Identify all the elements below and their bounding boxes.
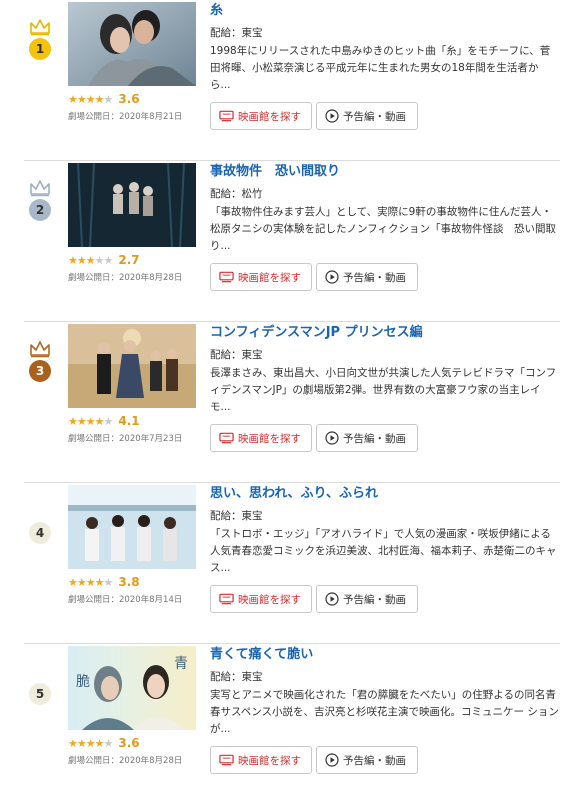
- movie-item: 1 ★★★★★ 3.6 劇場公開日：2020年8月21日 糸 配給：東宝 199…: [24, 0, 560, 161]
- find-theater-label: 映画館を探す: [238, 110, 301, 123]
- movie-description: 「ストロボ・エッジ」「アオハライド」で人気の漫画家・咲坂伊緒による人気青春恋愛コ…: [210, 528, 557, 574]
- rank-number: 2: [29, 199, 51, 221]
- release-date: 劇場公開日：2020年8月21日: [68, 112, 183, 122]
- find-theater-label: 映画館を探す: [238, 754, 301, 767]
- release-date: 劇場公開日：2020年7月23日: [68, 434, 183, 444]
- rating: ★★★★★ 2.7: [68, 253, 140, 267]
- movie-title[interactable]: 糸: [210, 2, 560, 20]
- trailer-label: 予告編・動画: [343, 432, 406, 445]
- movie-poster[interactable]: [68, 163, 196, 247]
- rating: ★★★★★ 3.6: [68, 736, 140, 750]
- gold-crown-icon: [30, 19, 50, 36]
- rating-score: 4.1: [118, 414, 140, 428]
- trailer-label: 予告編・動画: [343, 271, 406, 284]
- theater-icon: [219, 432, 234, 444]
- rating: ★★★★★ 3.6: [68, 92, 140, 106]
- find-theater-button[interactable]: 映画館を探す: [210, 263, 312, 291]
- movie-title[interactable]: コンフィデンスマンJP プリンセス編: [210, 324, 560, 342]
- rank-badge: 1: [26, 18, 54, 60]
- star-rating-icon: ★★★★★: [68, 414, 113, 428]
- poster-image: [68, 163, 196, 247]
- trailer-button[interactable]: 予告編・動画: [316, 102, 418, 130]
- poster-image: [68, 324, 196, 408]
- distributor: 配給：東宝: [210, 671, 263, 683]
- movie-item: 5 脆 青 ★★★★★ 3.6 劇場公開日：2020年8月28日 青くて痛くて脆…: [24, 644, 560, 804]
- rating-score: 2.7: [118, 253, 140, 267]
- find-theater-label: 映画館を探す: [238, 271, 301, 284]
- svg-text:脆: 脆: [76, 673, 90, 690]
- rank-number: 4: [29, 522, 51, 544]
- play-icon: [325, 753, 339, 767]
- trailer-button[interactable]: 予告編・動画: [316, 424, 418, 452]
- svg-text:青: 青: [174, 656, 188, 672]
- movie-description: 1998年にリリースされた中島みゆきのヒット曲「糸」をモチーフに、菅田将暉、小松…: [210, 45, 551, 91]
- distributor: 配給：松竹: [210, 188, 263, 200]
- play-icon: [325, 109, 339, 123]
- movie-ranking-list: 1 ★★★★★ 3.6 劇場公開日：2020年8月21日 糸 配給：東宝 199…: [0, 0, 578, 804]
- rating-score: 3.6: [118, 92, 140, 106]
- play-icon: [325, 431, 339, 445]
- star-rating-icon: ★★★★★: [68, 736, 113, 750]
- release-date: 劇場公開日：2020年8月14日: [68, 595, 183, 605]
- rank-number: 1: [29, 38, 51, 60]
- trailer-button[interactable]: 予告編・動画: [316, 746, 418, 774]
- theater-icon: [219, 754, 234, 766]
- release-date: 劇場公開日：2020年8月28日: [68, 756, 183, 766]
- movie-item: 4 ★★★★★ 3.8 劇場公開日：2020年8月14日 思い、思われ、ふり、ふ…: [24, 483, 560, 644]
- movie-poster[interactable]: [68, 485, 196, 569]
- find-theater-button[interactable]: 映画館を探す: [210, 424, 312, 452]
- trailer-label: 予告編・動画: [343, 593, 406, 606]
- movie-description: 実写とアニメで映画化された「君の膵臓をたべたい」の住野よるの同名青春サスペンス小…: [210, 689, 559, 735]
- poster-image: [68, 485, 196, 569]
- find-theater-label: 映画館を探す: [238, 593, 301, 606]
- rating: ★★★★★ 4.1: [68, 414, 140, 428]
- rating: ★★★★★ 3.8: [68, 575, 140, 589]
- theater-icon: [219, 110, 234, 122]
- movie-item: 2 ★★★★★ 2.7 劇場公開日：2020年8月28日 事故物件 恐い間取り …: [24, 161, 560, 322]
- find-theater-label: 映画館を探す: [238, 432, 301, 445]
- distributor: 配給：東宝: [210, 510, 263, 522]
- movie-description: 「事故物件住みます芸人」として、実際に9軒の事故物件に住んだ芸人・松原タニシの実…: [210, 206, 556, 252]
- release-date: 劇場公開日：2020年8月28日: [68, 273, 183, 283]
- rank-number: 5: [29, 683, 51, 705]
- theater-icon: [219, 593, 234, 605]
- rank-badge: 3: [26, 340, 54, 382]
- play-icon: [325, 270, 339, 284]
- rank-number: 3: [29, 360, 51, 382]
- movie-title[interactable]: 思い、思われ、ふり、ふられ: [210, 485, 560, 503]
- trailer-button[interactable]: 予告編・動画: [316, 263, 418, 291]
- theater-icon: [219, 271, 234, 283]
- star-rating-icon: ★★★★★: [68, 92, 113, 106]
- rank-badge: 4: [26, 501, 54, 544]
- rank-badge: 5: [26, 662, 54, 705]
- rating-score: 3.6: [118, 736, 140, 750]
- trailer-label: 予告編・動画: [343, 110, 406, 123]
- star-rating-icon: ★★★★★: [68, 575, 113, 589]
- movie-poster[interactable]: [68, 2, 196, 86]
- movie-item: 3 ★★★★★ 4.1 劇場公開日：2020年7月23日 コンフィデンスマンJP…: [24, 322, 560, 483]
- rank-badge: 2: [26, 179, 54, 221]
- find-theater-button[interactable]: 映画館を探す: [210, 102, 312, 130]
- silver-crown-icon: [30, 180, 50, 197]
- bronze-crown-icon: [30, 341, 50, 358]
- movie-description: 長澤まさみ、東出昌大、小日向文世が共演した人気テレビドラマ「コンフィデンスマンJ…: [210, 367, 557, 413]
- movie-title[interactable]: 事故物件 恐い間取り: [210, 163, 560, 181]
- distributor: 配給：東宝: [210, 27, 263, 39]
- poster-image: 脆 青: [68, 646, 196, 730]
- find-theater-button[interactable]: 映画館を探す: [210, 746, 312, 774]
- poster-image: [68, 2, 196, 86]
- movie-title[interactable]: 青くて痛くて脆い: [210, 646, 560, 664]
- distributor: 配給：東宝: [210, 349, 263, 361]
- movie-poster[interactable]: [68, 324, 196, 408]
- trailer-label: 予告編・動画: [343, 754, 406, 767]
- star-rating-icon: ★★★★★: [68, 253, 113, 267]
- find-theater-button[interactable]: 映画館を探す: [210, 585, 312, 613]
- movie-poster[interactable]: 脆 青: [68, 646, 196, 730]
- play-icon: [325, 592, 339, 606]
- rating-score: 3.8: [118, 575, 140, 589]
- trailer-button[interactable]: 予告編・動画: [316, 585, 418, 613]
